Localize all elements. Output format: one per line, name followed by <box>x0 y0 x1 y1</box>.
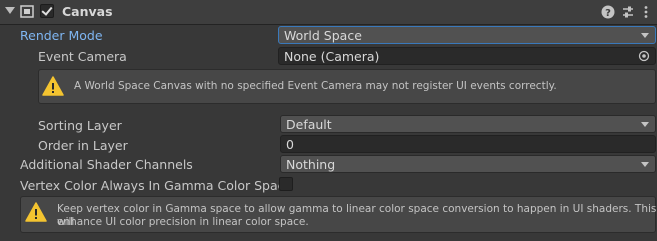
chevron-down-icon <box>641 122 649 127</box>
event-camera-value: None (Camera) <box>284 49 380 64</box>
render-mode-label: Render Mode <box>20 28 103 43</box>
chevron-down-icon <box>641 33 649 38</box>
foldout-arrow-icon[interactable] <box>5 7 15 14</box>
warning-icon <box>25 202 47 222</box>
preset-icon[interactable] <box>621 5 635 19</box>
chevron-down-icon <box>641 162 649 167</box>
sorting-layer-label: Sorting Layer <box>38 118 122 133</box>
order-in-layer-value: 0 <box>286 137 294 152</box>
canvas-component-icon <box>20 5 34 18</box>
event-camera-field[interactable]: None (Camera) <box>278 47 656 65</box>
help-icon[interactable]: ? <box>601 5 615 19</box>
shader-channels-value: Nothing <box>286 157 336 172</box>
shader-channels-dropdown[interactable]: Nothing <box>280 155 656 173</box>
object-picker-icon[interactable] <box>638 50 650 62</box>
event-camera-label: Event Camera <box>38 49 127 64</box>
more-icon[interactable] <box>642 5 650 19</box>
render-mode-dropdown[interactable]: World Space <box>278 26 656 44</box>
order-in-layer-label: Order in Layer <box>38 138 128 153</box>
render-mode-value: World Space <box>284 28 362 43</box>
component-title: Canvas <box>62 4 113 19</box>
component-enabled-checkbox[interactable] <box>40 4 54 18</box>
order-in-layer-input[interactable]: 0 <box>280 135 656 153</box>
warning-icon <box>42 76 64 96</box>
sorting-layer-value: Default <box>286 117 332 132</box>
sorting-layer-dropdown[interactable]: Default <box>280 115 656 133</box>
gamma-warning-text-line2: enhance UI color precision in linear col… <box>57 216 309 228</box>
shader-channels-label: Additional Shader Channels <box>20 157 193 172</box>
vertex-color-checkbox[interactable] <box>279 177 293 191</box>
vertex-color-label: Vertex Color Always In Gamma Color Space <box>20 178 293 193</box>
event-camera-warning-text: A World Space Canvas with no specified E… <box>74 80 557 92</box>
svg-text:?: ? <box>605 8 611 19</box>
